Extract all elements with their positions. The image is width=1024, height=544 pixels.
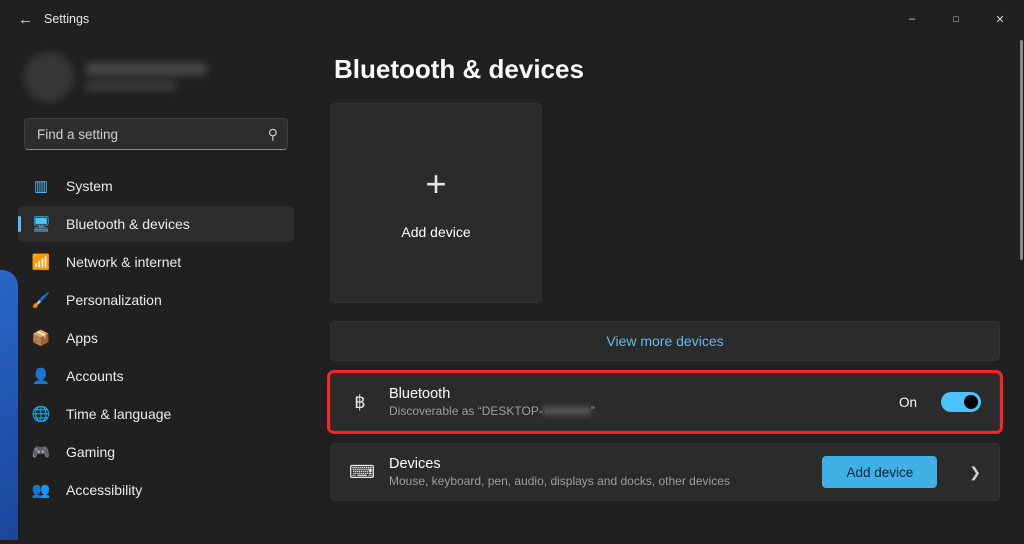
accessibility-icon: 👥 <box>30 481 52 499</box>
content-pane: Bluetooth & devices + Add device View mo… <box>310 38 1024 544</box>
sidebar-item-time-language[interactable]: 🌐 Time & language <box>18 396 294 432</box>
sidebar-item-accessibility[interactable]: 👥 Accessibility <box>18 472 294 508</box>
sidebar: ⚲ ▥ System 🖥 Bluetooth & devices 📶 Netwo… <box>0 38 310 544</box>
app-title: Settings <box>44 12 89 26</box>
wifi-icon: 📶 <box>30 253 52 271</box>
bluetooth-row: ฿ Bluetooth Discoverable as “DESKTOP-XXX… <box>330 373 1000 431</box>
sidebar-item-system[interactable]: ▥ System <box>18 168 294 204</box>
page-title: Bluetooth & devices <box>334 54 1000 85</box>
sidebar-item-label: System <box>66 178 113 194</box>
minimize-button[interactable]: – <box>890 4 934 34</box>
add-device-card[interactable]: + Add device <box>330 103 542 303</box>
apps-icon: 📦 <box>30 329 52 347</box>
devices-desc: Mouse, keyboard, pen, audio, displays an… <box>389 474 730 488</box>
chevron-right-icon[interactable]: ❯ <box>969 464 981 481</box>
profile-name <box>86 63 206 75</box>
sidebar-item-bluetooth-devices[interactable]: 🖥 Bluetooth & devices <box>18 206 294 242</box>
scrollbar[interactable] <box>1018 38 1024 544</box>
search-box[interactable]: ⚲ <box>24 118 288 150</box>
scrollbar-thumb[interactable] <box>1020 40 1023 260</box>
sidebar-item-label: Time & language <box>66 406 171 422</box>
paintbrush-icon: 🖌️ <box>30 291 52 309</box>
gaming-icon: 🎮 <box>30 443 52 461</box>
view-more-label: View more devices <box>606 333 723 349</box>
add-device-button[interactable]: Add device <box>822 456 937 488</box>
os-desktop-edge <box>0 270 18 540</box>
sidebar-item-label: Personalization <box>66 292 162 308</box>
globe-icon: 🌐 <box>30 405 52 423</box>
sidebar-item-apps[interactable]: 📦 Apps <box>18 320 294 356</box>
sidebar-item-label: Network & internet <box>66 254 181 270</box>
add-device-label: Add device <box>401 224 470 240</box>
sidebar-item-accounts[interactable]: 👤 Accounts <box>18 358 294 394</box>
person-icon: 👤 <box>30 367 52 385</box>
sidebar-item-label: Gaming <box>66 444 115 460</box>
profile-block[interactable] <box>24 50 288 104</box>
window-controls: – □ ✕ <box>890 4 1022 34</box>
sidebar-item-label: Accounts <box>66 368 124 384</box>
back-button[interactable]: ← <box>18 11 44 28</box>
bluetooth-icon: ฿ <box>349 392 371 413</box>
sidebar-item-network[interactable]: 📶 Network & internet <box>18 244 294 280</box>
plus-icon: + <box>425 166 446 202</box>
profile-email <box>86 81 176 91</box>
sidebar-item-gaming[interactable]: 🎮 Gaming <box>18 434 294 470</box>
bluetooth-icon: 🖥 <box>30 215 52 233</box>
nav-list: ▥ System 🖥 Bluetooth & devices 📶 Network… <box>18 168 294 508</box>
devices-row[interactable]: ⌨ Devices Mouse, keyboard, pen, audio, d… <box>330 443 1000 501</box>
devices-title: Devices <box>389 456 730 472</box>
sidebar-item-label: Accessibility <box>66 482 142 498</box>
search-input[interactable] <box>24 118 288 150</box>
bluetooth-title: Bluetooth <box>389 386 595 402</box>
title-bar: ← Settings – □ ✕ <box>0 0 1024 38</box>
bluetooth-state: On <box>899 395 917 410</box>
sidebar-item-personalization[interactable]: 🖌️ Personalization <box>18 282 294 318</box>
close-button[interactable]: ✕ <box>978 4 1022 34</box>
bluetooth-desc: Discoverable as “DESKTOP-XXXXXX” <box>389 404 595 418</box>
maximize-button[interactable]: □ <box>934 4 978 34</box>
sidebar-item-label: Apps <box>66 330 98 346</box>
display-icon: ▥ <box>30 177 52 195</box>
search-icon: ⚲ <box>268 126 278 143</box>
avatar <box>24 52 74 102</box>
devices-icon: ⌨ <box>349 462 371 483</box>
view-more-devices-button[interactable]: View more devices <box>330 321 1000 361</box>
sidebar-item-label: Bluetooth & devices <box>66 216 190 232</box>
bluetooth-toggle[interactable] <box>941 392 981 412</box>
